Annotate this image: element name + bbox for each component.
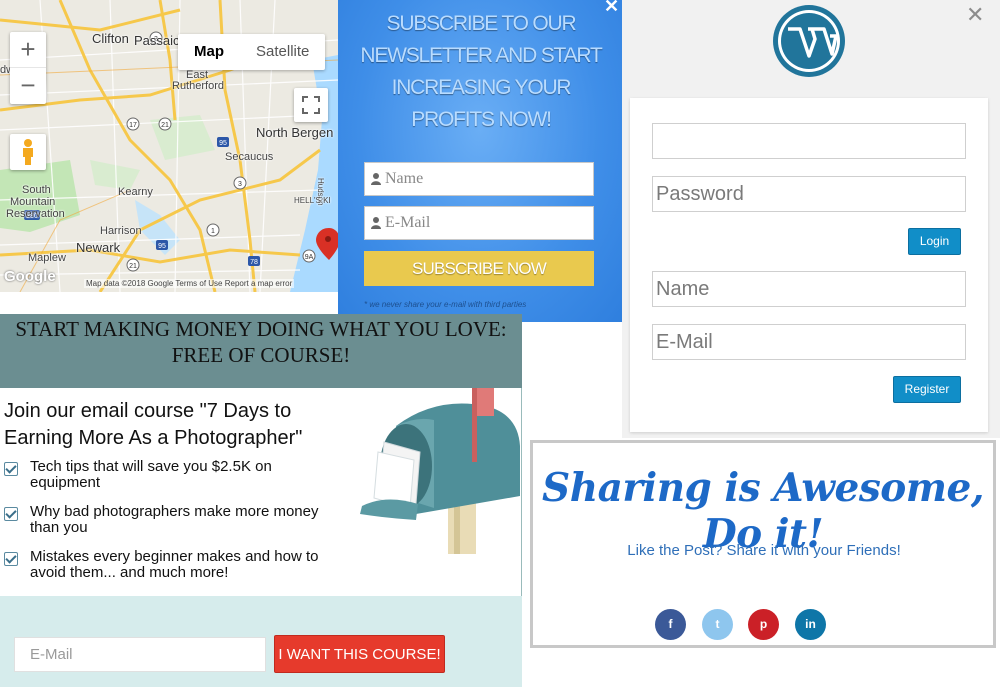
route-badge: 9A — [305, 254, 314, 261]
map-place: Kearny — [118, 186, 153, 198]
course-benefit-item: Tech tips that will save you $2.5K on eq… — [4, 459, 334, 491]
map-widget[interactable]: 3 17 21 95 3 280 95 21 78 9A 1 Clifton P… — [0, 0, 338, 292]
course-benefit-item: Why bad photographers make more money th… — [4, 504, 334, 536]
route-badge: 21 — [129, 263, 137, 270]
route-badge: 17 — [129, 122, 137, 129]
close-icon[interactable]: ✕ — [966, 2, 984, 28]
mailbox-icon — [360, 388, 520, 554]
newsletter-name-placeholder: Name — [385, 170, 424, 187]
wordpress-login-popup: ✕ Password Login Name E-Mail Register — [622, 0, 1000, 438]
newsletter-title: SUBSCRIBE TO OUR NEWSLETTER AND START IN… — [360, 12, 602, 131]
route-badge: 1 — [211, 228, 215, 235]
map-type-map-button[interactable]: Map — [178, 34, 240, 70]
facebook-icon[interactable]: f — [655, 609, 686, 640]
newsletter-email-field[interactable]: E-Mail — [364, 206, 594, 240]
close-icon[interactable]: ✕ — [604, 0, 619, 17]
map-place: Secaucus — [225, 151, 274, 163]
map-place: Rutherford — [172, 80, 224, 92]
street-view-pegman-button[interactable] — [10, 134, 46, 170]
register-email-input[interactable]: E-Mail — [652, 324, 966, 360]
route-badge: 95 — [158, 243, 166, 250]
pegman-icon — [23, 139, 33, 165]
map-type-toggle[interactable]: Map Satellite — [178, 34, 326, 70]
course-benefit-text: Tech tips that will save you $2.5K on eq… — [30, 458, 272, 491]
wordpress-logo-icon — [773, 5, 845, 77]
email-course-popup: START MAKING MONEY DOING WHAT YOU LOVE: … — [0, 314, 522, 687]
route-badge: 3 — [238, 181, 242, 188]
newsletter-email-placeholder: E-Mail — [385, 214, 431, 231]
fullscreen-icon — [302, 96, 320, 114]
pinterest-icon[interactable]: p — [748, 609, 779, 640]
course-benefit-text: Why bad photographers make more money th… — [30, 503, 319, 536]
course-lead: Join our email course "7 Days to Earning… — [4, 400, 303, 449]
register-name-input[interactable]: Name — [652, 271, 966, 307]
get-course-button[interactable]: I WANT THIS COURSE! — [274, 635, 445, 673]
map-place: North Bergen — [256, 125, 334, 140]
user-icon — [371, 173, 381, 185]
fullscreen-button[interactable] — [294, 88, 328, 122]
map-place: Passaic — [134, 33, 180, 48]
map-place: Mountain — [10, 196, 56, 208]
privacy-note: * we never share your e-mail with third … — [364, 300, 527, 309]
map-place: Harrison — [100, 225, 142, 237]
map-footer[interactable]: Map data ©2018 Google Terms of Use Repor… — [84, 279, 295, 288]
register-button[interactable]: Register — [893, 376, 961, 403]
checkbox-icon — [4, 507, 18, 521]
zoom-in-button[interactable]: + — [10, 32, 46, 68]
map-place: HELL'S KI — [294, 196, 331, 205]
password-input[interactable]: Password — [652, 176, 966, 212]
course-benefit-text: Mistakes every beginner makes and how to… — [30, 548, 319, 581]
twitter-icon[interactable]: t — [702, 609, 733, 640]
checkbox-icon — [4, 552, 18, 566]
map-place: South — [22, 184, 51, 196]
map-place: Maplew — [28, 252, 66, 264]
map-type-satellite-button[interactable]: Satellite — [240, 34, 325, 70]
zoom-control[interactable]: + − — [10, 32, 46, 104]
map-place: Newark — [76, 240, 121, 255]
google-logo: Google — [4, 268, 56, 285]
share-widget: Sharing is Awesome, Do it! Like the Post… — [530, 440, 996, 648]
course-benefit-item: Mistakes every beginner makes and how to… — [4, 549, 334, 581]
linkedin-icon[interactable]: in — [795, 609, 826, 640]
route-badge: 95 — [219, 140, 227, 147]
route-badge: 21 — [161, 122, 169, 129]
username-input[interactable] — [652, 123, 966, 159]
user-icon — [371, 217, 381, 229]
map-place: Clifton — [92, 31, 129, 46]
course-heading: START MAKING MONEY DOING WHAT YOU LOVE: … — [15, 317, 507, 367]
subscribe-button[interactable]: SUBSCRIBE NOW — [364, 251, 594, 286]
checkbox-icon — [4, 462, 18, 476]
map-place: Reservation — [6, 208, 65, 220]
login-button[interactable]: Login — [908, 228, 961, 255]
course-email-input[interactable]: E-Mail — [14, 637, 266, 672]
share-subtitle: Like the Post? Share it with your Friend… — [627, 542, 901, 559]
zoom-out-button[interactable]: − — [10, 68, 46, 104]
route-badge: 78 — [250, 259, 258, 266]
newsletter-name-field[interactable]: Name — [364, 162, 594, 196]
newsletter-popup: SUBSCRIBE TO OUR NEWSLETTER AND START IN… — [338, 0, 622, 322]
